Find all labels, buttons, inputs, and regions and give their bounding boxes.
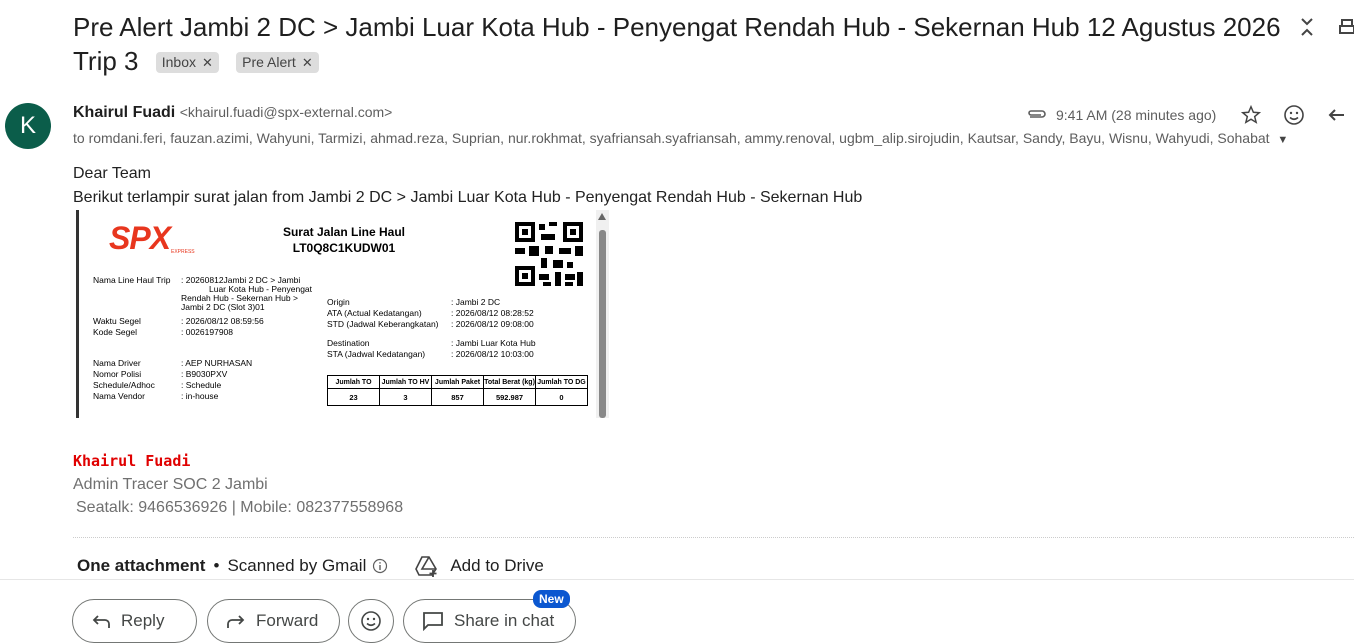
chat-icon (423, 612, 443, 631)
forward-button[interactable]: Forward (207, 599, 340, 643)
field-key: Nama Driver (93, 358, 141, 368)
table-row: 23 3 857 592.987 0 (327, 388, 588, 406)
scrollbar-thumb[interactable] (599, 230, 606, 418)
forward-label: Forward (256, 611, 319, 630)
thread-actions (1294, 14, 1354, 44)
collapse-all-icon[interactable] (1296, 16, 1318, 38)
sender-name[interactable]: Khairul Fuadi (73, 104, 175, 121)
new-badge: New (533, 590, 570, 608)
drive-add-icon (415, 556, 438, 577)
reply-button[interactable]: Reply (72, 599, 197, 643)
table-header: Jumlah TO DG (535, 375, 588, 389)
field-key: Destination (327, 338, 370, 348)
info-icon[interactable] (372, 558, 388, 574)
remove-label-icon[interactable]: ✕ (202, 55, 213, 70)
field-value: : B9030PXV (181, 369, 228, 379)
field-value: Jambi 2 DC (Slot 3)01 (181, 302, 265, 312)
label-inbox[interactable]: Inbox ✕ (155, 52, 219, 73)
field-value: : 2026/08/12 09:08:00 (451, 319, 534, 329)
emoji-reaction-icon[interactable] (1282, 103, 1306, 127)
reply-icon (92, 615, 110, 628)
scroll-up-icon[interactable] (598, 213, 606, 220)
field-value: : Jambi 2 DC (451, 297, 501, 307)
signature-name: Khairul Fuadi (73, 452, 191, 470)
attachments-divider (73, 537, 1354, 538)
separator-dot: • (213, 556, 220, 575)
field-value: : 0026197908 (181, 327, 233, 337)
body-line: Berikut terlampir surat jalan from Jambi… (73, 189, 863, 206)
left-fields: Nama Line Haul Trip : 20260812Jambi 2 DC… (93, 275, 323, 405)
document-title-line1: Surat Jalan Line Haul (282, 225, 406, 239)
signature-contact: Seatalk: 9466536926 | Mobile: 0823775589… (76, 499, 404, 516)
label-pre-alert[interactable]: Pre Alert ✕ (236, 52, 319, 73)
document-code: LT0Q8C1KUDW01 (292, 241, 396, 255)
recipients-text: to romdani.feri, fauzan.azimi, Wahyuni, … (73, 130, 1270, 146)
right-fields: Origin : Jambi 2 DC ATA (Actual Kedatang… (327, 297, 587, 367)
field-key: Waktu Segel (93, 316, 141, 326)
field-value: : 2026/08/12 08:59:56 (181, 316, 264, 326)
greeting: Dear Team (73, 165, 151, 182)
actions-divider (0, 579, 1354, 580)
field-key: STA (Jadwal Kedatangan) (327, 349, 426, 359)
recipients-line[interactable]: to romdani.feri, fauzan.azimi, Wahyuni, … (73, 130, 1288, 146)
reply-icon[interactable] (1326, 105, 1346, 125)
document-scrollbar[interactable] (596, 210, 609, 418)
message-time: 9:41 AM (28 minutes ago) (1056, 107, 1217, 123)
table-cell: 0 (535, 388, 588, 406)
signature-role: Admin Tracer SOC 2 Jambi (73, 476, 268, 493)
summary-table: Jumlah TO Jumlah TO HV Jumlah Paket Tota… (327, 375, 588, 406)
message-meta: 9:41 AM (28 minutes ago) (1026, 104, 1346, 126)
emoji-icon (361, 611, 381, 631)
share-in-chat-label: Share in chat (454, 611, 555, 630)
table-cell: 23 (327, 388, 380, 406)
field-key: Nomor Polisi (93, 369, 142, 379)
scanned-by-gmail: Scanned by Gmail (227, 556, 367, 575)
field-value: : 2026/08/12 10:03:00 (451, 349, 534, 359)
field-key: ATA (Actual Kedatangan) (327, 308, 422, 318)
attachments-bar: One attachment • Scanned by Gmail Add to… (77, 554, 544, 578)
table-cell: 3 (379, 388, 432, 406)
spx-logo-sub: EXPRESS (171, 249, 195, 255)
avatar[interactable]: K (5, 103, 51, 149)
forward-icon (227, 615, 245, 628)
field-value: : AEP NURHASAN (181, 358, 253, 368)
field-key: STD (Jadwal Keberangkatan) (327, 319, 439, 329)
show-details-icon[interactable]: ▼ (1277, 134, 1288, 146)
table-header: Total Berat (kg) (483, 375, 536, 389)
table-header: Jumlah TO (327, 375, 380, 389)
field-key: Nama Vendor (93, 391, 145, 401)
table-header: Jumlah Paket (431, 375, 484, 389)
field-key: Schedule/Adhoc (93, 380, 155, 390)
field-key: Kode Segel (93, 327, 137, 337)
document-title: Surat Jalan Line Haul LT0Q8C1KUDW01 (264, 224, 424, 256)
sender-email: <khairul.fuadi@spx-external.com> (179, 104, 393, 120)
field-key: Nama Line Haul Trip (93, 275, 171, 285)
spx-logo: SPX (109, 220, 171, 256)
remove-label-icon[interactable]: ✕ (302, 55, 313, 70)
attachment-count: One attachment (77, 556, 206, 575)
reply-label: Reply (121, 611, 165, 630)
attachment-icon (1028, 110, 1046, 118)
message-body: Dear Team Berikut terlampir surat jalan … (73, 162, 862, 210)
add-to-drive-button[interactable]: Add to Drive (414, 554, 544, 578)
react-button[interactable] (348, 599, 394, 643)
table-header-row: Jumlah TO Jumlah TO HV Jumlah Paket Tota… (327, 375, 588, 389)
table-header: Jumlah TO HV (379, 375, 432, 389)
field-value: : 2026/08/12 08:28:52 (451, 308, 534, 318)
print-icon[interactable] (1338, 16, 1354, 38)
qr-code-icon (515, 222, 583, 286)
field-value: : Schedule (181, 380, 222, 390)
email-subject: Pre Alert Jambi 2 DC > Jambi Luar Kota H… (73, 10, 1293, 78)
add-to-drive-label: Add to Drive (450, 556, 544, 575)
field-value: : Jambi Luar Kota Hub (451, 338, 536, 348)
surat-jalan-content: SPX EXPRESS Surat Jalan Line Haul LT0Q8C… (79, 210, 594, 418)
field-value: : in-house (181, 391, 219, 401)
table-cell: 592.987 (483, 388, 536, 406)
surat-jalan-image: SPX EXPRESS Surat Jalan Line Haul LT0Q8C… (76, 210, 609, 418)
star-icon[interactable] (1240, 104, 1262, 126)
sender-line: Khairul Fuadi <khairul.fuadi@spx-externa… (73, 104, 392, 122)
table-cell: 857 (431, 388, 484, 406)
field-key: Origin (327, 297, 350, 307)
